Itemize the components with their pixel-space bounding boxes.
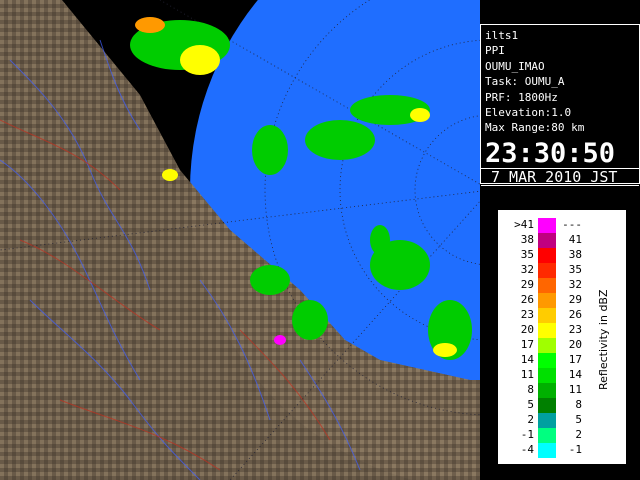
legend-high-value: 11 <box>568 383 582 396</box>
legend-high-value: 41 <box>568 233 582 246</box>
legend-color-swatch <box>538 233 556 248</box>
legend-color-swatch <box>538 338 556 353</box>
legend-color-swatch <box>538 443 556 458</box>
legend-unit-label: Reflectivity in dBZ <box>597 289 610 391</box>
legend-high-value: --- <box>562 218 582 231</box>
prf-value: PRF: 1800Hz <box>485 90 558 104</box>
legend-low-value: 2 <box>527 413 534 426</box>
legend-color-swatch <box>538 368 556 383</box>
reflectivity-legend: >41 --- 38 41 35 38 32 35 29 32 26 29 23 26 20 23 17 20 14… <box>498 210 626 464</box>
legend-color-swatch <box>538 353 556 368</box>
legend-color-swatch <box>538 263 556 278</box>
scan-time: 23:30:50 <box>485 137 616 169</box>
legend-low-value: 11 <box>520 368 534 381</box>
legend-high-value: -1 <box>568 443 582 456</box>
legend-color-swatch <box>538 278 556 293</box>
scan-mode: PPI <box>485 44 505 58</box>
legend-color-swatch <box>538 383 556 398</box>
legend-low-value: 26 <box>520 293 534 306</box>
radar-map <box>0 0 480 480</box>
legend-low-value: 5 <box>527 398 534 411</box>
legend-low-value: -4 <box>520 443 534 456</box>
legend-high-value: 5 <box>575 413 582 426</box>
legend-low-value: 29 <box>520 278 534 291</box>
legend-high-value: 38 <box>568 248 582 261</box>
legend-row: -4 -1 <box>498 443 626 461</box>
legend-low-value: 8 <box>527 383 534 396</box>
scan-date: 7 MAR 2010 JST <box>481 167 639 186</box>
legend-color-swatch <box>538 413 556 428</box>
legend-low-value: -1 <box>520 428 534 441</box>
legend-low-value: >41 <box>514 218 534 231</box>
legend-low-value: 23 <box>520 308 534 321</box>
scan-info-panel: ilts1 PPI OUMU_IMAO Task: OUMU_A PRF: 18… <box>480 24 640 186</box>
legend-high-value: 23 <box>568 323 582 336</box>
task-name: Task: OUMU_A <box>485 75 565 89</box>
legend-high-value: 14 <box>568 368 582 381</box>
legend-high-value: 26 <box>568 308 582 321</box>
legend-low-value: 35 <box>520 248 534 261</box>
legend-high-value: 20 <box>568 338 582 351</box>
legend-high-value: 17 <box>568 353 582 366</box>
legend-color-swatch <box>538 398 556 413</box>
legend-high-value: 8 <box>575 398 582 411</box>
legend-high-value: 2 <box>575 428 582 441</box>
legend-low-value: 14 <box>520 353 534 366</box>
legend-color-swatch <box>538 218 556 233</box>
legend-color-swatch <box>538 308 556 323</box>
legend-high-value: 32 <box>568 278 582 291</box>
legend-low-value: 32 <box>520 263 534 276</box>
legend-low-value: 17 <box>520 338 534 351</box>
legend-color-swatch <box>538 248 556 263</box>
legend-high-value: 35 <box>568 263 582 276</box>
elevation-value: Elevation:1.0 <box>485 106 572 120</box>
radar-ppi-display <box>0 0 480 480</box>
legend-color-swatch <box>538 323 556 338</box>
legend-high-value: 29 <box>568 293 582 306</box>
legend-color-swatch <box>538 293 556 308</box>
site-name: OUMU_IMAO <box>485 59 545 73</box>
legend-color-swatch <box>538 428 556 443</box>
legend-low-value: 38 <box>520 233 534 246</box>
station-id: ilts1 <box>485 29 519 42</box>
max-range-value: Max Range:80 km <box>485 121 585 135</box>
legend-low-value: 20 <box>520 323 534 336</box>
